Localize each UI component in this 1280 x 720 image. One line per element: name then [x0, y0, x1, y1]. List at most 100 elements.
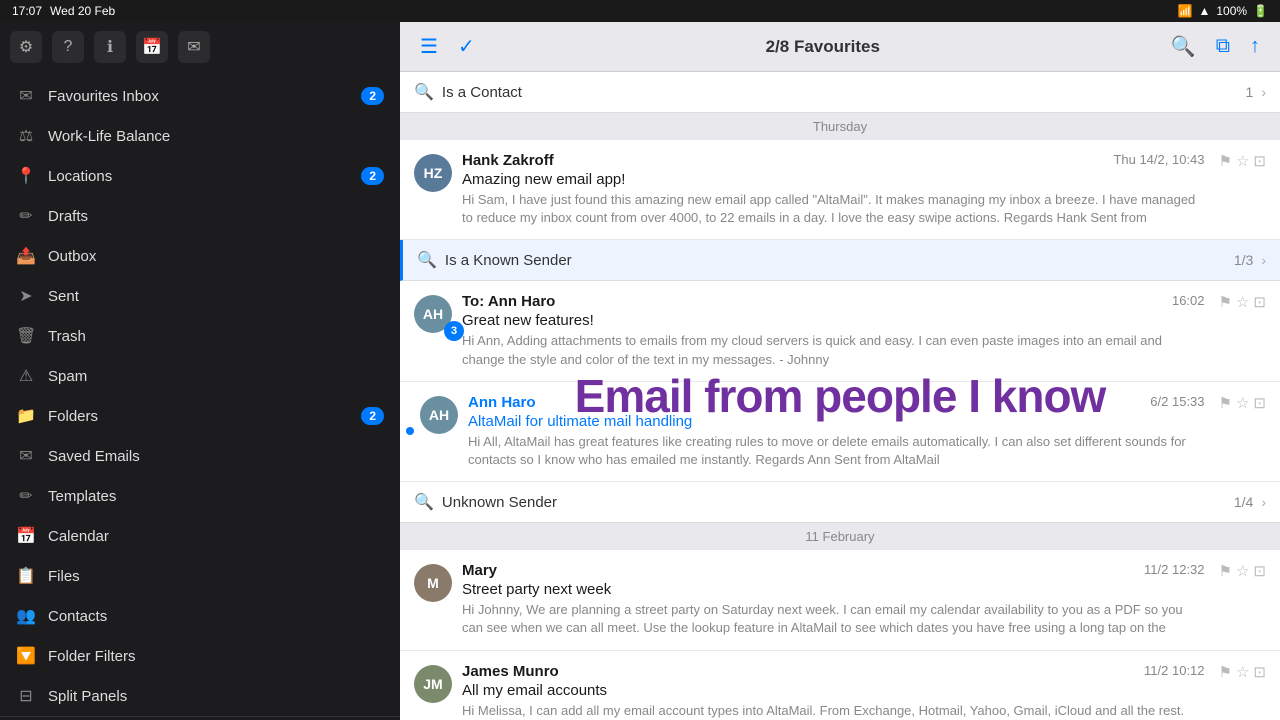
chevron-right-icon: ›: [1261, 494, 1266, 510]
calendar-icon: 📅: [16, 526, 36, 546]
star-icon[interactable]: ☆: [1236, 562, 1249, 580]
status-left: 17:07 Wed 20 Feb: [12, 4, 115, 18]
main-content: ☰ ✓ 2/8 Favourites 🔍 ⧉ ↑ 🔍 Is a Contact …: [400, 22, 1280, 720]
files-icon: 📋: [16, 566, 36, 586]
filter-search-icon: 🔍: [417, 250, 437, 270]
sidebar-item-locations[interactable]: 📍 Locations 2: [0, 156, 400, 196]
sidebar-item-label: Spam: [48, 368, 384, 385]
share-icon[interactable]: ↑: [1246, 31, 1264, 62]
sidebar-item-favourites-inbox[interactable]: ✉ Favourites Inbox 2: [0, 76, 400, 116]
sender-name: James Munro: [462, 663, 559, 680]
sidebar-item-spam[interactable]: ⚠ Spam: [0, 356, 400, 396]
sidebar-item-folder-filters[interactable]: 🔽 Folder Filters: [0, 636, 400, 676]
flag-icon[interactable]: ⚑: [1219, 663, 1232, 681]
sidebar-item-label: Saved Emails: [48, 448, 384, 465]
filter-is-a-known-sender[interactable]: 🔍 Is a Known Sender 1/3 ›: [400, 240, 1280, 281]
avatar: M: [414, 564, 452, 602]
sidebar-item-label: Sent: [48, 288, 384, 305]
main-toolbar: ☰ ✓ 2/8 Favourites 🔍 ⧉ ↑: [400, 22, 1280, 72]
sidebar-item-label: Favourites Inbox: [48, 88, 349, 105]
contacts-icon: 👥: [16, 606, 36, 626]
sidebar-item-label: Outbox: [48, 248, 384, 265]
email-subject: Great new features!: [462, 312, 1205, 329]
email-header-row: James Munro 11/2 10:12: [462, 663, 1205, 680]
section-feb11: 11 February: [400, 523, 1280, 550]
trash-icon: 🗑: [16, 326, 36, 346]
copy-icon[interactable]: ⧉: [1212, 31, 1234, 62]
help-toolbar-icon[interactable]: ?: [52, 31, 84, 63]
mail-toolbar-icon[interactable]: ✉: [178, 31, 210, 63]
sidebar-item-outbox[interactable]: 📤 Outbox: [0, 236, 400, 276]
sidebar-item-label: Work-Life Balance: [48, 128, 384, 145]
sidebar-item-templates[interactable]: ✏ Templates: [0, 476, 400, 516]
email-subject: Street party next week: [462, 581, 1205, 598]
sidebar-item-work-life-balance[interactable]: ⚖ Work-Life Balance: [0, 116, 400, 156]
email-item[interactable]: AH To: Ann Haro 16:02 Great new features…: [400, 281, 1280, 381]
sidebar-item-saved-emails[interactable]: ✉ Saved Emails: [0, 436, 400, 476]
info-toolbar-icon[interactable]: ℹ: [94, 31, 126, 63]
sidebar-item-split-panels[interactable]: ⊟ Split Panels: [0, 676, 400, 716]
sidebar-item-label: Locations: [48, 168, 349, 185]
star-icon[interactable]: ☆: [1236, 293, 1249, 311]
saved-emails-icon: ✉: [16, 446, 36, 466]
star-icon[interactable]: ☆: [1236, 394, 1249, 412]
split-panels-icon: ⊟: [16, 686, 36, 706]
email-list: 🔍 Is a Contact 1 › Thursday HZ Hank Zakr…: [400, 72, 1280, 720]
calendar-toolbar-icon[interactable]: 📅: [136, 31, 168, 63]
folder-icon[interactable]: ⊡: [1253, 663, 1266, 681]
filter-unknown-sender[interactable]: 🔍 Unknown Sender 1/4 ›: [400, 482, 1280, 523]
signal-icon: ▲: [1198, 4, 1210, 18]
search-icon[interactable]: 🔍: [1167, 30, 1200, 63]
star-icon[interactable]: ☆: [1236, 663, 1249, 681]
star-icon[interactable]: ☆: [1236, 152, 1249, 170]
main-title: 2/8 Favourites: [491, 37, 1155, 57]
battery-label: 100%: [1216, 4, 1247, 18]
folder-icon[interactable]: ⊡: [1253, 562, 1266, 580]
avatar: JM: [414, 665, 452, 703]
sidebar-item-files[interactable]: 📋 Files: [0, 556, 400, 596]
sidebar: ⚙ ? ℹ 📅 ✉ ✉ Favourites Inbox 2 ⚖ Work-Li…: [0, 22, 400, 720]
flag-icon[interactable]: ⚑: [1219, 152, 1232, 170]
favourites-badge: 2: [361, 87, 384, 105]
email-item[interactable]: JM James Munro 11/2 10:12 All my email a…: [400, 651, 1280, 720]
sidebar-item-calendar[interactable]: 📅 Calendar: [0, 516, 400, 556]
flag-icon[interactable]: ⚑: [1219, 293, 1232, 311]
email-actions: ⚑ ☆ ⊡: [1219, 152, 1266, 227]
sidebar-item-folders[interactable]: 📁 Folders 2: [0, 396, 400, 436]
email-item[interactable]: AH Ann Haro 6/2 15:33 AltaMail for ultim…: [400, 382, 1280, 482]
spam-icon: ⚠: [16, 366, 36, 386]
avatar: HZ: [414, 154, 452, 192]
email-body: To: Ann Haro 16:02 Great new features! H…: [462, 293, 1205, 368]
sidebar-nav: ✉ Favourites Inbox 2 ⚖ Work-Life Balance…: [0, 72, 400, 720]
email-body: Ann Haro 6/2 15:33 AltaMail for ultimate…: [468, 394, 1205, 469]
folder-icon[interactable]: ⊡: [1253, 394, 1266, 412]
email-item[interactable]: M Mary 11/2 12:32 Street party next week…: [400, 550, 1280, 650]
chevron-right-icon: ›: [1261, 84, 1266, 100]
sidebar-item-sent[interactable]: ➤ Sent: [0, 276, 400, 316]
email-time: Thu 14/2, 10:43: [1113, 152, 1204, 167]
check-icon[interactable]: ✓: [454, 30, 479, 63]
filter-is-a-contact[interactable]: 🔍 Is a Contact 1 ›: [400, 72, 1280, 113]
menu-icon[interactable]: ☰: [416, 30, 442, 63]
inbox-icon: ✉: [16, 86, 36, 106]
sidebar-item-trash[interactable]: 🗑 Trash: [0, 316, 400, 356]
folder-icon[interactable]: ⊡: [1253, 293, 1266, 311]
filter-label: Is a Contact: [442, 84, 1238, 101]
sidebar-item-contacts[interactable]: 👥 Contacts: [0, 596, 400, 636]
sidebar-item-drafts[interactable]: ✏ Drafts: [0, 196, 400, 236]
sidebar-item-label: Files: [48, 568, 384, 585]
flag-icon[interactable]: ⚑: [1219, 562, 1232, 580]
flag-icon[interactable]: ⚑: [1219, 394, 1232, 412]
sidebar-item-label: Split Panels: [48, 688, 384, 705]
gear-toolbar-icon[interactable]: ⚙: [10, 31, 42, 63]
email-header-row: Ann Haro 6/2 15:33: [468, 394, 1205, 411]
email-item[interactable]: HZ Hank Zakroff Thu 14/2, 10:43 Amazing …: [400, 140, 1280, 240]
filter-count: 1: [1246, 84, 1254, 100]
email-preview: Hi Johnny, We are planning a street part…: [462, 601, 1205, 637]
folder-icon[interactable]: ⊡: [1253, 152, 1266, 170]
filter-count: 1/4: [1234, 494, 1253, 510]
folders-icon: 📁: [16, 406, 36, 426]
email-subject: Amazing new email app!: [462, 171, 1205, 188]
status-date: Wed 20 Feb: [50, 4, 115, 18]
locations-badge: 2: [361, 167, 384, 185]
